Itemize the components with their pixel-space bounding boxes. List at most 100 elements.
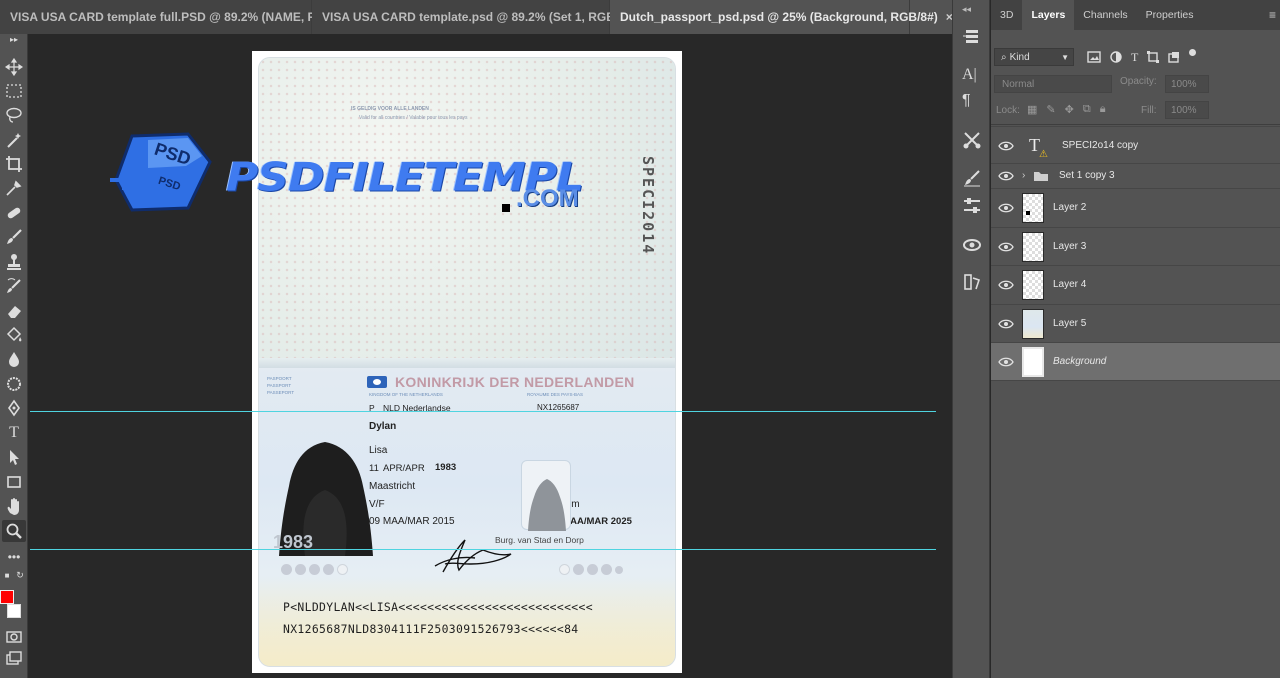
pixel-filter-icon[interactable] [1087, 51, 1101, 63]
lock-transparent-icon[interactable]: ▦ [1027, 103, 1037, 116]
dodge-tool-icon[interactable] [2, 373, 26, 395]
layer-filter-icons: T [1087, 49, 1197, 63]
tab-visa-full[interactable]: VISA USA CARD template full.PSD @ 89.2% … [0, 0, 351, 34]
quick-mask-icon[interactable] [2, 626, 26, 648]
panel-icon-strip: ◂◂ A| ¶ [952, 0, 990, 678]
lasso-tool-icon[interactable] [2, 104, 26, 126]
adjustment-filter-icon[interactable] [1110, 51, 1122, 63]
rectangle-tool-icon[interactable] [2, 471, 26, 493]
default-colors-icon[interactable]: ■ [2, 570, 12, 580]
healing-brush-tool-icon[interactable] [2, 202, 26, 224]
visibility-eye-icon[interactable] [998, 318, 1014, 330]
blend-mode-label: Normal [1002, 78, 1035, 90]
filter-kind-label: Kind [1009, 51, 1030, 63]
guide-line-horizontal[interactable] [30, 549, 936, 550]
layer-name: Set 1 copy 3 [1059, 170, 1115, 181]
security-dot [601, 564, 612, 575]
shape-filter-icon[interactable] [1147, 51, 1160, 63]
tab-layers[interactable]: Layers [1022, 0, 1075, 30]
top-text-validity: IS GELDIG VOOR ALLE LANDEN [351, 106, 429, 112]
visibility-eye-icon[interactable] [998, 202, 1014, 214]
visibility-eye-icon[interactable] [998, 170, 1014, 182]
blur-tool-icon[interactable] [2, 348, 26, 370]
pen-tool-icon[interactable] [2, 397, 26, 419]
document-tab-bar: VISA USA CARD template full.PSD @ 89.2% … [0, 0, 953, 34]
eraser-tool-icon[interactable] [2, 300, 26, 322]
collapse-icon[interactable]: ◂◂ [962, 4, 982, 24]
clone-stamp-tool-icon[interactable] [2, 251, 26, 273]
path-selection-tool-icon[interactable] [2, 446, 26, 468]
eyedropper-tool-icon[interactable] [2, 177, 26, 199]
panel-tabs: 3D Layers Channels Properties [991, 0, 1280, 30]
move-tool-icon[interactable] [2, 56, 26, 78]
smart-object-filter-icon[interactable] [1168, 51, 1180, 63]
tab-3d[interactable]: 3D [991, 0, 1022, 30]
fill-label: Fill: [1141, 105, 1157, 116]
zoom-tool-icon[interactable] [2, 520, 26, 542]
opacity-field[interactable]: 100% [1165, 75, 1209, 93]
security-dot [309, 564, 320, 575]
lock-artboard-icon[interactable]: ⧉ [1083, 103, 1091, 116]
lock-all-icon[interactable]: 🔒︎ [1100, 103, 1106, 116]
foreground-color-swatch[interactable] [0, 590, 14, 604]
passport-birth-year: 1983 [435, 462, 457, 473]
visibility-eye-icon[interactable] [998, 140, 1014, 152]
passport-fold [259, 358, 675, 368]
panel-menu-icon[interactable]: ≡ [1269, 8, 1276, 22]
layer-name: SPECI2o14 copy [1062, 140, 1139, 151]
layer-row[interactable]: Layer 5 [991, 304, 1280, 342]
paint-bucket-tool-icon[interactable] [2, 324, 26, 346]
layers-panel: 3D Layers Channels Properties ≡ ⌕ Kind ▼ T… [991, 0, 1280, 678]
type-tool-icon[interactable]: T [2, 422, 26, 444]
layer-thumbnail [1022, 308, 1044, 339]
lock-label: Lock: [996, 105, 1020, 116]
screen-mode-icon[interactable] [2, 648, 26, 670]
libraries-icon[interactable] [962, 234, 982, 254]
chevron-right-icon[interactable]: › [1022, 170, 1025, 181]
blend-mode-select[interactable]: Normal [994, 75, 1112, 93]
filter-toggle-icon[interactable] [1189, 49, 1197, 56]
history-brush-tool-icon[interactable] [2, 275, 26, 297]
tab-label: VISA USA CARD template full.PSD @ 89.2% … [10, 10, 336, 24]
marquee-tool-icon[interactable] [2, 80, 26, 102]
tab-channels[interactable]: Channels [1074, 0, 1136, 30]
doc-type-label-fr: PASSEPORT [267, 390, 295, 395]
layer-row[interactable]: Layer 4 [991, 265, 1280, 303]
paragraph-icon[interactable]: ¶ [962, 92, 982, 112]
filter-kind-select[interactable]: ⌕ Kind ▼ [994, 48, 1074, 66]
visibility-eye-icon[interactable] [998, 241, 1014, 253]
tab-visa-template[interactable]: VISA USA CARD template.psd @ 89.2% (Set … [312, 0, 643, 34]
more-tools-icon[interactable]: ••• [2, 546, 26, 568]
spec-number-text: SPECI2014 [639, 156, 657, 256]
layer-row[interactable]: T ⚠ SPECI2o14 copy [991, 126, 1280, 164]
layer-row[interactable]: Layer 2 [991, 188, 1280, 226]
background-color-swatch[interactable] [7, 604, 21, 618]
adjustments-icon[interactable] [962, 196, 982, 216]
visibility-eye-icon[interactable] [998, 279, 1014, 291]
search-icon: ⌕ [1001, 51, 1007, 63]
layer-row[interactable]: Background [991, 342, 1280, 380]
lock-position-icon[interactable]: ✥ [1065, 103, 1074, 116]
layer-row[interactable]: Layer 3 [991, 227, 1280, 265]
tab-dutch-passport[interactable]: Dutch_passport_psd.psd @ 25% (Background… [610, 0, 953, 34]
swatches-icon[interactable] [962, 272, 982, 292]
visibility-eye-icon[interactable] [998, 356, 1014, 368]
magic-wand-tool-icon[interactable] [2, 129, 26, 151]
crop-tool-icon[interactable] [2, 153, 26, 175]
layer-row[interactable]: › Set 1 copy 3 [991, 163, 1280, 187]
hand-tool-icon[interactable] [2, 495, 26, 517]
tab-properties[interactable]: Properties [1137, 0, 1203, 30]
lock-pixels-icon[interactable]: ✎ [1046, 103, 1055, 116]
brush-settings-icon[interactable] [962, 168, 982, 188]
swap-colors-icon[interactable]: ↻ [14, 570, 26, 580]
document-canvas[interactable]: IS GELDIG VOOR ALLE LANDEN Valid for all… [30, 34, 936, 678]
history-icon[interactable] [962, 26, 982, 46]
fill-field[interactable]: 100% [1165, 101, 1209, 119]
folder-icon [1034, 171, 1048, 181]
tools-preset-icon[interactable] [962, 130, 982, 150]
guide-line-horizontal[interactable] [30, 411, 936, 412]
toolbar-grip-icon[interactable]: ▸▸ [2, 34, 26, 44]
brush-tool-icon[interactable] [2, 226, 26, 248]
character-icon[interactable]: A| [962, 66, 982, 86]
type-filter-icon[interactable]: T [1131, 51, 1138, 63]
